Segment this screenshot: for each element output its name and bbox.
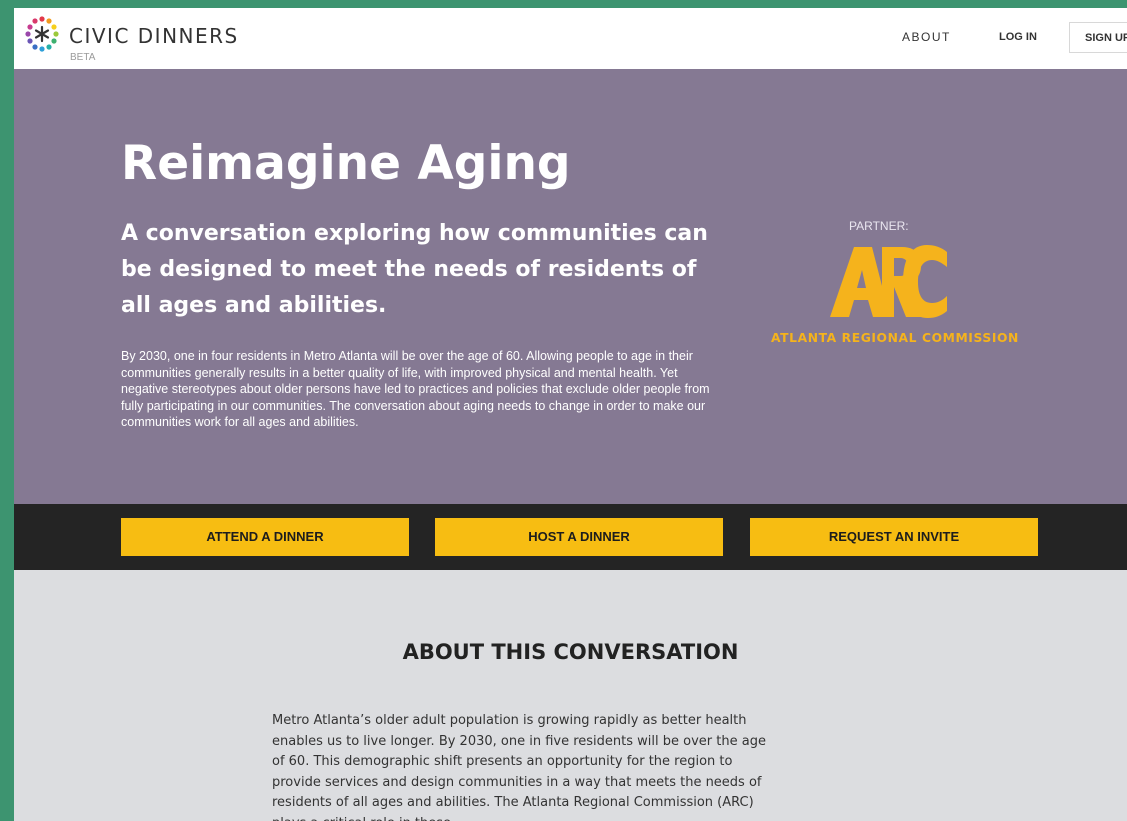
nav-signup-button[interactable]: SIGN UP bbox=[1069, 22, 1127, 53]
about-heading-text: ABOUT THIS CONVERSATION bbox=[402, 640, 739, 664]
hero-section: Reimagine Aging A conversation exploring… bbox=[14, 69, 1127, 504]
partner-name: ATLANTA REGIONAL COMMISSION bbox=[771, 331, 1019, 345]
page-title: Reimagine Aging bbox=[121, 136, 571, 191]
civic-dinners-logo-icon[interactable] bbox=[24, 16, 60, 52]
nav-login-link[interactable]: LOG IN bbox=[999, 31, 1037, 43]
top-navbar: CIVIC DINNERS BETA ABOUT LOG IN SIGN UP bbox=[14, 8, 1127, 69]
cta-bar: ATTEND A DINNER HOST A DINNER REQUEST AN… bbox=[14, 504, 1127, 570]
brand-name[interactable]: CIVIC DINNERS bbox=[69, 24, 239, 48]
nav-about-link[interactable]: ABOUT bbox=[902, 30, 951, 44]
partner-label: PARTNER: bbox=[849, 219, 909, 233]
request-invite-button[interactable]: REQUEST AN INVITE bbox=[750, 518, 1038, 556]
hero-description: By 2030, one in four residents in Metro … bbox=[121, 349, 710, 429]
arc-logo-icon bbox=[830, 245, 947, 318]
host-dinner-button[interactable]: HOST A DINNER bbox=[435, 518, 723, 556]
hero-subtitle: A conversation exploring how communities… bbox=[121, 221, 708, 318]
attend-dinner-button[interactable]: ATTEND A DINNER bbox=[121, 518, 409, 556]
page: CIVIC DINNERS BETA ABOUT LOG IN SIGN UP … bbox=[14, 8, 1127, 821]
about-body: Metro Atlanta’s older adult population i… bbox=[272, 713, 766, 821]
beta-badge: BETA bbox=[70, 52, 96, 63]
about-heading: ABOUT THIS CONVERSATION bbox=[14, 640, 1127, 664]
